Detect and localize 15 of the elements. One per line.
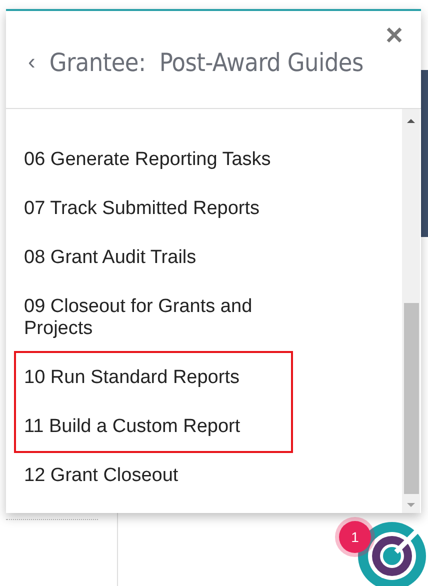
guide-link[interactable]: 11 Build a Custom Report — [15, 402, 295, 451]
back-button[interactable]: ‹ — [28, 45, 36, 78]
guide-link[interactable]: 07 Track Submitted Reports — [15, 184, 295, 233]
scroll-thumb[interactable] — [404, 303, 419, 494]
scroll-up-icon[interactable] — [407, 119, 415, 123]
guide-link[interactable]: 12 Grant Closeout — [15, 451, 295, 500]
guide-link[interactable]: 08 Grant Audit Trails — [15, 233, 295, 282]
scroll-down-icon[interactable] — [407, 503, 415, 507]
notification-badge: 1 — [339, 521, 371, 553]
guide-link[interactable]: 06 Generate Reporting Tasks — [15, 135, 295, 184]
scrollbar[interactable] — [402, 109, 420, 513]
close-button[interactable]: × — [385, 21, 403, 51]
guide-link[interactable]: 09 Closeout for Grants and Projects — [15, 282, 295, 353]
guide-link[interactable]: 10 Run Standard Reports — [15, 353, 295, 402]
panel-title: Grantee: Post-Award Guides — [49, 46, 364, 79]
